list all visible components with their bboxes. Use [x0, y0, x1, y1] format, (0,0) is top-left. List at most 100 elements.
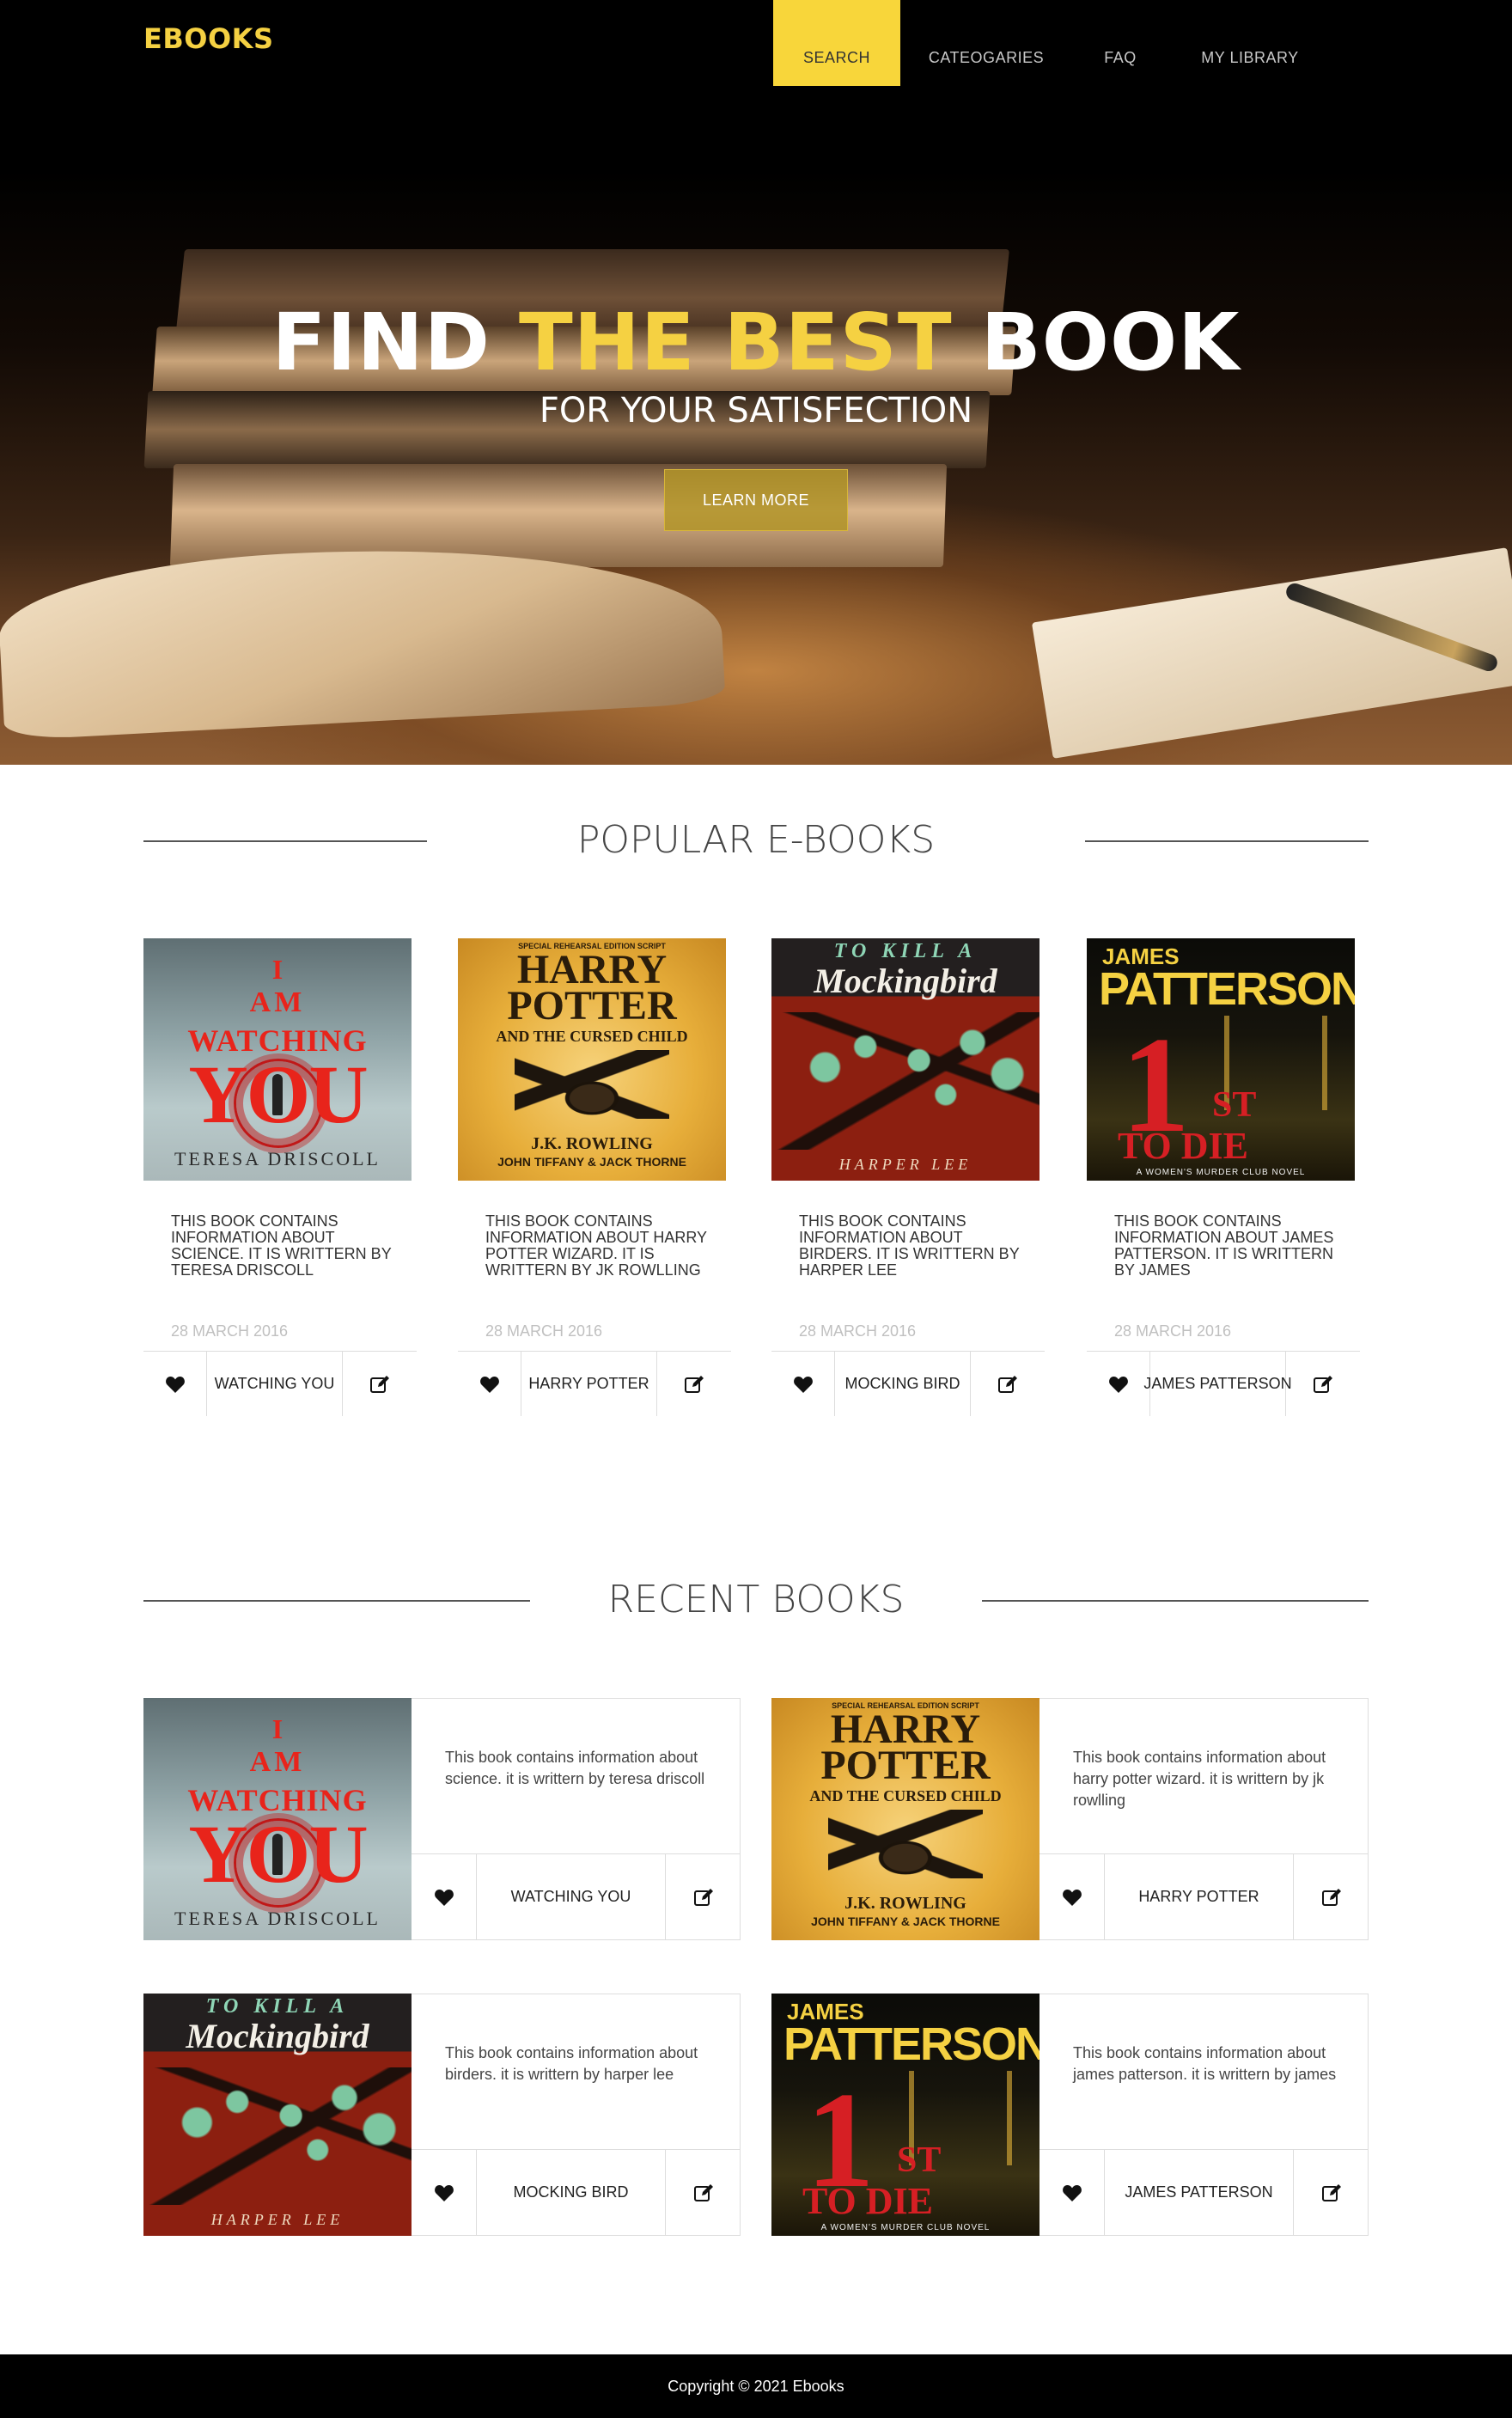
cover-text: AM [249, 1746, 306, 1778]
book-cover-mocking-bird[interactable]: TO KILL A Mockingbird HARPER LEE [771, 938, 1040, 1181]
cover-text: I [271, 1713, 284, 1744]
brand-logo[interactable]: EBOOKS [143, 22, 274, 55]
book-cover-watching-you[interactable]: I AM WATCHING YOU TERESA DRISCOLL [143, 1698, 412, 1940]
like-button[interactable] [143, 1352, 207, 1416]
cover-text: JOHN TIFFANY & JACK THORNE [811, 1914, 1000, 1928]
hero-banner: EBOOKS SEARCH CATEOGARIES FAQ MY LIBRARY… [0, 0, 1512, 765]
book-title-button[interactable]: JAMES PATTERSON [1143, 1352, 1292, 1416]
cover-figure-graphic [272, 1074, 283, 1115]
nav-search[interactable]: SEARCH [773, 0, 900, 86]
main-nav: SEARCH CATEOGARIES FAQ MY LIBRARY [773, 0, 1332, 86]
book-cover-james-patterson[interactable]: JAMES PATTERSON 1 ST TO DIE A WOMEN'S MU… [771, 1994, 1040, 2236]
edit-icon [693, 1888, 713, 1906]
edit-button[interactable] [666, 1854, 741, 1939]
edit-icon [693, 2183, 713, 2201]
book-cover-james-patterson[interactable]: JAMES PATTERSON 1 ST TO DIE A WOMEN'S MU… [1087, 938, 1355, 1181]
book-date: 28 MARCH 2016 [1114, 1322, 1232, 1340]
book-date: 28 MARCH 2016 [485, 1322, 603, 1340]
book-actions: WATCHING YOU [412, 1853, 741, 1939]
hero-title-pre: FIND [271, 296, 519, 388]
edit-button[interactable] [1294, 2150, 1369, 2235]
cover-author: HARPER LEE [210, 2211, 344, 2228]
cover-text: Mockingbird [814, 962, 997, 1000]
cover-text: AND THE CURSED CHILD [496, 1028, 688, 1045]
book-title-button[interactable]: HARRY POTTER [1105, 1854, 1294, 1939]
edit-button[interactable] [666, 2150, 741, 2235]
cover-text: TO KILL A [833, 940, 978, 962]
cover-text: JOHN TIFFANY & JACK THORNE [497, 1155, 686, 1169]
nav-my-library[interactable]: MY LIBRARY [1168, 0, 1332, 86]
edit-button[interactable] [1294, 1854, 1369, 1939]
like-button[interactable] [412, 1854, 477, 1939]
like-button[interactable] [771, 1352, 835, 1416]
recent-book-card: TO KILL A Mockingbird HARPER LEE This bo… [143, 1994, 741, 2236]
book-date: 28 MARCH 2016 [171, 1322, 289, 1340]
like-button[interactable] [1040, 1854, 1105, 1939]
book-title-button[interactable]: MOCKING BIRD [835, 1352, 971, 1416]
popular-book-card: I AM WATCHING YOU TERESA DRISCOLL THIS B… [143, 938, 417, 1418]
heart-icon [1062, 1889, 1082, 1906]
book-actions: HARRY POTTER [458, 1351, 731, 1416]
book-title-button[interactable]: HARRY POTTER [521, 1352, 657, 1416]
edit-button[interactable] [971, 1352, 1045, 1416]
book-cover-harry-potter[interactable]: SPECIAL REHEARSAL EDITION SCRIPT HARRY P… [771, 1698, 1040, 1940]
like-button[interactable] [1087, 1352, 1150, 1416]
edit-icon [1321, 2183, 1341, 2201]
edit-button[interactable] [1286, 1352, 1360, 1416]
book-description: This book contains information about jam… [1073, 2044, 1337, 2083]
cover-text: POTTER [507, 983, 677, 1029]
edit-button[interactable] [343, 1352, 417, 1416]
cover-text: AM [249, 986, 306, 1018]
book-actions: WATCHING YOU [143, 1351, 417, 1416]
heart-icon [434, 1889, 454, 1906]
edit-button[interactable] [657, 1352, 731, 1416]
book-title-button[interactable]: WATCHING YOU [207, 1352, 343, 1416]
book-cover-harry-potter[interactable]: SPECIAL REHEARSAL EDITION SCRIPT HARRY P… [458, 938, 726, 1181]
edit-icon [370, 1375, 389, 1393]
heading-divider [982, 1600, 1369, 1602]
book-description: THIS BOOK CONTAINS INFORMATION ABOUT SCI… [171, 1212, 392, 1279]
heart-icon [434, 2184, 454, 2201]
cover-tree-graphic [771, 1012, 1040, 1150]
edit-icon [685, 1375, 704, 1393]
cover-text: A WOMEN'S MURDER CLUB NOVEL [1136, 1168, 1306, 1177]
recent-book-card: SPECIAL REHEARSAL EDITION SCRIPT HARRY P… [771, 1698, 1369, 1940]
book-description: This book contains information about sci… [445, 1749, 705, 1787]
popular-book-card: TO KILL A Mockingbird HARPER LEE THIS BO… [771, 938, 1045, 1418]
nav-faq[interactable]: FAQ [1072, 0, 1168, 86]
popular-heading: POPULAR E-BOOKS [143, 815, 1369, 866]
book-title-button[interactable]: JAMES PATTERSON [1105, 2150, 1294, 2235]
cover-text: ST [1212, 1085, 1257, 1125]
heart-icon [1108, 1376, 1128, 1393]
book-title-button[interactable]: MOCKING BIRD [477, 2150, 666, 2235]
heart-icon [793, 1376, 813, 1393]
learn-more-button[interactable]: LEARN MORE [664, 469, 848, 531]
popular-book-card: SPECIAL REHEARSAL EDITION SCRIPT HARRY P… [458, 938, 731, 1418]
recent-book-card: JAMES PATTERSON 1 ST TO DIE A WOMEN'S MU… [771, 1994, 1369, 2236]
like-button[interactable] [1040, 2150, 1105, 2235]
hero-subtitle: FOR YOUR SATISFECTION [539, 391, 973, 430]
book-actions: JAMES PATTERSON [1087, 1351, 1360, 1416]
book-description: THIS BOOK CONTAINS INFORMATION ABOUT BIR… [799, 1212, 1020, 1279]
cover-author: TERESA DRISCOLL [174, 1908, 381, 1929]
popular-book-card: JAMES PATTERSON 1 ST TO DIE A WOMEN'S MU… [1087, 938, 1360, 1418]
hero-title-highlight: THE BEST [518, 296, 953, 388]
like-button[interactable] [458, 1352, 521, 1416]
book-title-button[interactable]: WATCHING YOU [477, 1854, 666, 1939]
cover-author: HARPER LEE [838, 1156, 972, 1173]
cover-text: TO KILL A [205, 1995, 350, 2018]
footer: Copyright © 2021 Ebooks [0, 2354, 1512, 2418]
cover-wings-graphic [828, 1810, 983, 1878]
heart-icon [479, 1376, 499, 1393]
heading-divider [1085, 840, 1369, 842]
book-date: 28 MARCH 2016 [799, 1322, 917, 1340]
book-description: This book contains information about bir… [445, 2044, 698, 2083]
book-cover-mocking-bird[interactable]: TO KILL A Mockingbird HARPER LEE [143, 1994, 412, 2236]
book-actions: JAMES PATTERSON [1040, 2149, 1369, 2235]
book-description: This book contains information about har… [1073, 1749, 1326, 1809]
book-cover-watching-you[interactable]: I AM WATCHING YOU TERESA DRISCOLL [143, 938, 412, 1181]
nav-categories[interactable]: CATEOGARIES [900, 0, 1072, 86]
book-description: THIS BOOK CONTAINS INFORMATION ABOUT JAM… [1114, 1212, 1334, 1279]
like-button[interactable] [412, 2150, 477, 2235]
recent-heading: RECENT BOOKS [143, 1574, 1369, 1626]
